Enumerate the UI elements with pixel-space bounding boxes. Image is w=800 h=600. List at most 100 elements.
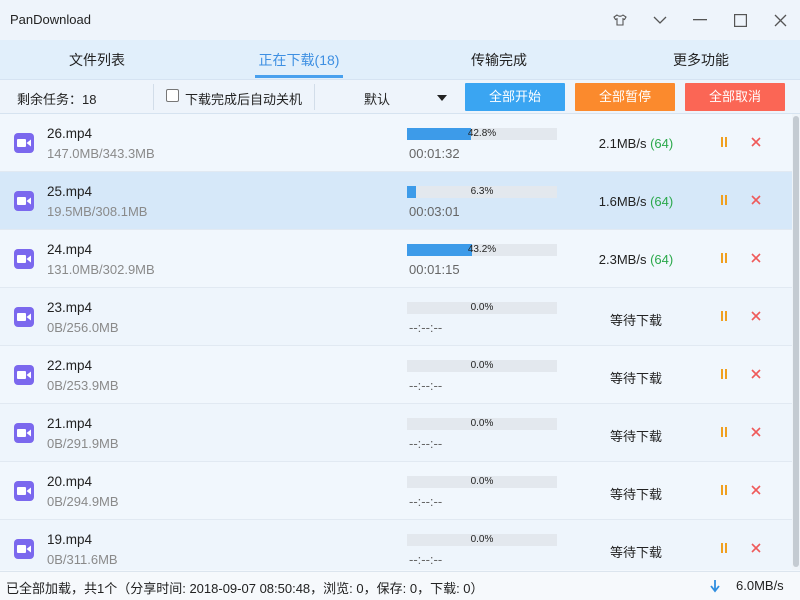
progress-percent: 0.0% [470, 302, 494, 313]
close-icon[interactable] [749, 193, 763, 207]
close-icon[interactable] [749, 541, 763, 555]
pause-icon[interactable] [719, 484, 729, 496]
file-name: 25.mp4 [47, 184, 93, 199]
toolbar-divider [314, 84, 315, 110]
connection-count: (64) [650, 136, 674, 151]
status-bar: 已全部加载，共1个（分享时间: 2018-09-07 08:50:48，浏览: … [0, 571, 800, 600]
download-row[interactable]: 25.mp4 19.5MB/308.1MB 6.3% 00:03:01 1.6M… [0, 172, 792, 230]
connection-count: (64) [650, 252, 674, 267]
file-name: 26.mp4 [47, 126, 93, 141]
progress-percent: 0.0% [470, 476, 494, 487]
chevron-down-icon[interactable] [646, 6, 674, 34]
speed-cell: 1.6MB/s (64) [576, 194, 696, 209]
minimize-icon[interactable] [686, 6, 714, 34]
speed-value: 1.6MB/s [598, 194, 647, 209]
video-file-icon [14, 423, 34, 443]
caret-down-icon[interactable] [437, 95, 447, 101]
status-label: 等待下载 [609, 371, 662, 386]
time-remaining: --:--:-- [409, 320, 443, 335]
pause-icon[interactable] [719, 136, 729, 148]
cancel-all-button[interactable]: 全部取消 [685, 83, 785, 111]
close-icon[interactable] [749, 425, 763, 439]
close-icon[interactable] [749, 483, 763, 497]
time-remaining: --:--:-- [409, 494, 443, 509]
speed-cell: 等待下载 [576, 542, 696, 561]
status-label: 等待下载 [609, 429, 662, 444]
pause-icon[interactable] [719, 426, 729, 438]
auto-shutdown-label[interactable]: 下载完成后自动关机 [185, 89, 302, 108]
download-row[interactable]: 21.mp4 0B/291.9MB 0.0% --:--:-- 等待下载 [0, 404, 792, 462]
connection-count: (64) [650, 194, 674, 209]
file-size: 0B/291.9MB [47, 436, 119, 451]
pause-icon[interactable] [719, 194, 729, 206]
progress-bar: 42.8% [407, 128, 557, 140]
download-row[interactable]: 20.mp4 0B/294.9MB 0.0% --:--:-- 等待下载 [0, 462, 792, 520]
progress-bar: 0.0% [407, 418, 557, 430]
file-size: 0B/253.9MB [47, 378, 119, 393]
scrollbar-thumb[interactable] [793, 116, 799, 567]
file-size: 0B/311.6MB [47, 552, 118, 567]
tab-completed[interactable]: 传输完成 [439, 40, 559, 80]
tab-file-list[interactable]: 文件列表 [37, 40, 157, 80]
total-speed: 6.0MB/s [736, 578, 784, 593]
pause-icon[interactable] [719, 542, 729, 554]
file-size: 0B/294.9MB [47, 494, 119, 509]
pause-icon[interactable] [719, 368, 729, 380]
time-remaining: 00:01:32 [409, 146, 460, 161]
file-size: 0B/256.0MB [47, 320, 119, 335]
time-remaining: 00:01:15 [409, 262, 460, 277]
status-label: 等待下载 [609, 313, 662, 328]
progress-bar: 6.3% [407, 186, 557, 198]
start-all-button[interactable]: 全部开始 [465, 83, 565, 111]
tab-downloading[interactable]: 正在下载(18) [239, 40, 359, 80]
time-remaining: 00:03:01 [409, 204, 460, 219]
close-window-icon[interactable] [766, 6, 794, 34]
progress-bar: 0.0% [407, 476, 557, 488]
skin-shirt-icon[interactable] [606, 6, 634, 34]
download-list: 26.mp4 147.0MB/343.3MB 42.8% 00:01:32 2.… [0, 114, 792, 570]
file-name: 19.mp4 [47, 532, 93, 547]
file-size: 19.5MB/308.1MB [47, 204, 148, 219]
close-icon[interactable] [749, 135, 763, 149]
download-row[interactable]: 26.mp4 147.0MB/343.3MB 42.8% 00:01:32 2.… [0, 114, 792, 172]
progress-bar: 0.0% [407, 302, 557, 314]
file-name: 24.mp4 [47, 242, 93, 257]
sort-select[interactable]: 默认 [364, 89, 390, 108]
pause-icon[interactable] [719, 252, 729, 264]
speed-value: 2.1MB/s [598, 136, 647, 151]
maximize-icon[interactable] [726, 6, 754, 34]
title-bar: PanDownload [0, 0, 800, 40]
tab-more[interactable]: 更多功能 [641, 40, 761, 80]
video-file-icon [14, 481, 34, 501]
progress-bar: 0.0% [407, 534, 557, 546]
file-name: 20.mp4 [47, 474, 93, 489]
file-size: 131.0MB/302.9MB [47, 262, 155, 277]
download-row[interactable]: 22.mp4 0B/253.9MB 0.0% --:--:-- 等待下载 [0, 346, 792, 404]
video-file-icon [14, 539, 34, 559]
pause-all-button[interactable]: 全部暂停 [575, 83, 675, 111]
auto-shutdown-checkbox[interactable] [166, 89, 179, 102]
close-icon[interactable] [749, 367, 763, 381]
status-label: 等待下载 [609, 487, 662, 502]
file-size: 147.0MB/343.3MB [47, 146, 155, 161]
toolbar-divider [153, 84, 154, 110]
time-remaining: --:--:-- [409, 552, 443, 567]
remaining-tasks: 剩余任务：18 [17, 92, 97, 107]
speed-cell: 等待下载 [576, 426, 696, 445]
speed-cell: 等待下载 [576, 368, 696, 387]
pause-icon[interactable] [719, 310, 729, 322]
time-remaining: --:--:-- [409, 436, 443, 451]
progress-percent: 0.0% [470, 360, 494, 371]
progress-percent: 6.3% [470, 186, 494, 197]
progress-percent: 42.8% [467, 128, 497, 139]
close-icon[interactable] [749, 309, 763, 323]
video-file-icon [14, 133, 34, 153]
tab-bar: 文件列表 正在下载(18) 传输完成 更多功能 [0, 40, 800, 80]
download-row[interactable]: 24.mp4 131.0MB/302.9MB 43.2% 00:01:15 2.… [0, 230, 792, 288]
progress-percent: 0.0% [470, 418, 494, 429]
close-icon[interactable] [749, 251, 763, 265]
download-row[interactable]: 23.mp4 0B/256.0MB 0.0% --:--:-- 等待下载 [0, 288, 792, 346]
file-name: 22.mp4 [47, 358, 93, 373]
download-row[interactable]: 19.mp4 0B/311.6MB 0.0% --:--:-- 等待下载 [0, 520, 792, 570]
video-file-icon [14, 307, 34, 327]
